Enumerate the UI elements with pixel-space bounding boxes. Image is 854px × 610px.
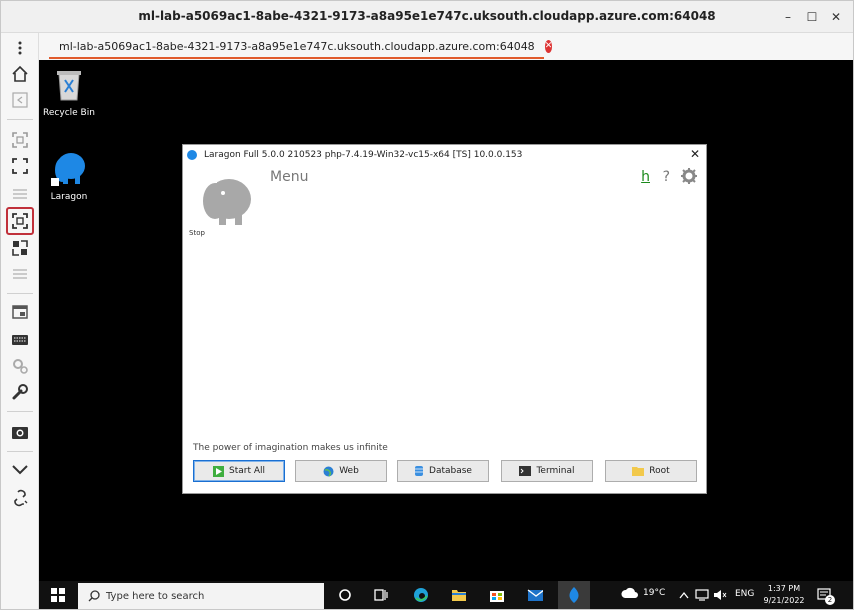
- search-placeholder: Type here to search: [106, 590, 205, 602]
- globe-icon: [323, 466, 334, 477]
- camera-icon[interactable]: [9, 421, 31, 443]
- keyboard-icon[interactable]: [9, 329, 31, 351]
- title-bar: ml-lab-a5069ac1-8abe-4321-9173-a8a95e1e7…: [1, 1, 853, 33]
- close-window-button[interactable]: ✕: [825, 7, 847, 27]
- search-icon: [88, 590, 100, 602]
- windows-start-icon[interactable]: [51, 588, 65, 602]
- desktop-icon-laragon[interactable]: Laragon: [39, 148, 99, 202]
- button-label: Web: [339, 466, 359, 476]
- folder-icon: [632, 467, 645, 476]
- actual-size-icon[interactable]: [6, 207, 34, 235]
- start-all-button[interactable]: Start All: [193, 460, 285, 482]
- maximize-button[interactable]: ☐: [801, 7, 823, 27]
- desktop-icon-label: Recycle Bin: [43, 108, 95, 118]
- gear-icon[interactable]: [680, 167, 698, 185]
- notifications-button[interactable]: 2: [817, 587, 835, 605]
- list-icon-2[interactable]: [9, 263, 31, 285]
- button-label: Root: [649, 466, 670, 476]
- network-icon[interactable]: [695, 589, 709, 601]
- fit-screen-icon[interactable]: [9, 129, 31, 151]
- h-link[interactable]: h: [641, 169, 650, 185]
- browser-window: ml-lab-a5069ac1-8abe-4321-9173-a8a95e1e7…: [0, 0, 854, 610]
- stretch-icon[interactable]: [9, 237, 31, 259]
- laragon-title: Laragon Full 5.0.0 210523 php-7.4.19-Win…: [204, 150, 523, 160]
- stop-label[interactable]: Stop: [189, 229, 205, 237]
- clock[interactable]: 1:37 PM 9/21/2022: [759, 583, 809, 607]
- task-view-icon[interactable]: [373, 587, 389, 603]
- wrench-icon[interactable]: [9, 381, 31, 403]
- button-label: Database: [429, 466, 472, 476]
- database-icon: [415, 466, 424, 476]
- clock-time: 1:37 PM: [767, 584, 801, 593]
- file-explorer-icon[interactable]: [451, 587, 467, 603]
- more-menu-icon[interactable]: [9, 37, 31, 59]
- tab-label: ml-lab-a5069ac1-8abe-4321-9173-a8a95e1e7…: [59, 39, 535, 53]
- window-title: ml-lab-a5069ac1-8abe-4321-9173-a8a95e1e7…: [138, 9, 716, 23]
- language-indicator[interactable]: ENG: [735, 589, 754, 599]
- taskbar-laragon-active[interactable]: [558, 581, 590, 609]
- button-label: Start All: [228, 466, 265, 476]
- menu-link[interactable]: Menu: [270, 169, 308, 185]
- home-icon[interactable]: [9, 63, 31, 85]
- notification-count: 2: [825, 595, 835, 605]
- remote-desktop[interactable]: Recycle Bin Laragon Laragon Full 5.0.0 2…: [39, 60, 853, 609]
- desktop-icon-label: Laragon: [50, 192, 88, 202]
- weather-widget[interactable]: 19°C: [621, 587, 665, 599]
- left-toolbar: [1, 33, 39, 609]
- cortana-icon[interactable]: [337, 587, 353, 603]
- minimize-button[interactable]: –: [777, 7, 799, 27]
- terminal-icon: [519, 466, 532, 476]
- slogan-text: The power of imagination makes us infini…: [193, 443, 388, 453]
- button-label: Terminal: [536, 466, 575, 476]
- laragon-icon: [51, 153, 85, 186]
- laragon-close-button[interactable]: ✕: [690, 147, 700, 161]
- tab-close-icon[interactable]: ✕: [544, 39, 553, 53]
- fullscreen-icon[interactable]: [9, 155, 31, 177]
- mail-icon[interactable]: [527, 587, 543, 603]
- laragon-title-bar: Laragon Full 5.0.0 210523 php-7.4.19-Win…: [183, 145, 706, 165]
- laragon-elephant-icon: [203, 175, 251, 225]
- chevron-down-icon[interactable]: [9, 459, 31, 481]
- laragon-taskbar-icon: [569, 587, 579, 603]
- help-button[interactable]: ?: [663, 169, 670, 185]
- disconnect-icon[interactable]: [9, 487, 31, 509]
- list-icon[interactable]: [9, 183, 31, 205]
- tab-strip: ml-lab-a5069ac1-8abe-4321-9173-a8a95e1e7…: [39, 33, 853, 60]
- database-button[interactable]: Database: [397, 460, 489, 482]
- root-button[interactable]: Root: [605, 460, 697, 482]
- back-icon[interactable]: [9, 89, 31, 111]
- clock-date: 9/21/2022: [763, 596, 805, 605]
- web-button[interactable]: Web: [295, 460, 387, 482]
- taskbar: Type here to search 19°C ENG 1:37 PM 9/2…: [39, 581, 853, 609]
- taskbar-search-box[interactable]: Type here to search: [78, 583, 324, 609]
- window-icon[interactable]: [9, 301, 31, 323]
- desktop-icon-recycle-bin[interactable]: Recycle Bin: [39, 66, 99, 118]
- volume-icon[interactable]: [713, 589, 727, 601]
- edge-icon[interactable]: [413, 587, 429, 603]
- play-icon: [212, 465, 224, 477]
- store-icon[interactable]: [489, 587, 505, 603]
- cloud-icon: [621, 587, 638, 598]
- chevron-up-icon[interactable]: [679, 591, 689, 599]
- laragon-small-icon: [187, 150, 197, 160]
- settings-gears-icon[interactable]: [9, 355, 31, 377]
- laragon-window: Laragon Full 5.0.0 210523 php-7.4.19-Win…: [182, 144, 707, 494]
- weather-temp: 19°C: [643, 588, 666, 598]
- tab-remote-session[interactable]: ml-lab-a5069ac1-8abe-4321-9173-a8a95e1e7…: [49, 35, 553, 59]
- recycle-bin-icon: [57, 71, 81, 101]
- terminal-button[interactable]: Terminal: [501, 460, 593, 482]
